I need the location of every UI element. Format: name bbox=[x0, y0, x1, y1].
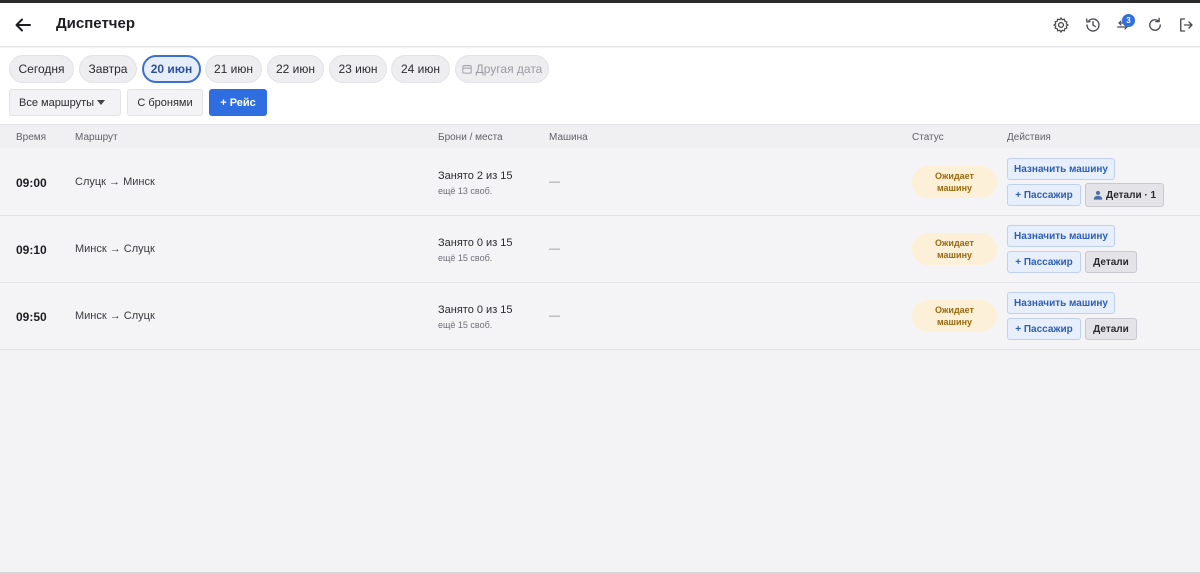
logout-icon[interactable] bbox=[1175, 14, 1197, 36]
status-line-1: Ожидает bbox=[935, 305, 974, 315]
status-line-2: машину bbox=[936, 183, 973, 193]
toolbar: Сегодня Завтра 20 июн 21 июн 22 июн 23 и… bbox=[0, 48, 1200, 124]
trip-time: 09:50 bbox=[16, 310, 47, 324]
chevron-down-icon bbox=[97, 100, 105, 105]
details-button[interactable]: Детали bbox=[1085, 251, 1137, 273]
other-date-label: Другая дата bbox=[475, 62, 543, 76]
column-bookings: Брони / места bbox=[438, 132, 503, 143]
history-icon[interactable] bbox=[1082, 14, 1104, 36]
routes-select[interactable]: Все маршруты bbox=[9, 89, 121, 116]
table-row: 09:00 Слуцк → Минск Занято 2 из 15 ещё 1… bbox=[0, 149, 1200, 216]
status-badge: Ожидает машину bbox=[912, 166, 997, 198]
status-line-1: Ожидает bbox=[935, 171, 974, 181]
status-line-2: машину bbox=[936, 250, 973, 260]
status-badge: Ожидает машину bbox=[912, 233, 997, 265]
notification-badge: 3 bbox=[1122, 14, 1135, 27]
table-row: 09:50 Минск → Слуцк Занято 0 из 15 ещё 1… bbox=[0, 283, 1200, 350]
trip-time: 09:00 bbox=[16, 176, 47, 190]
person-icon bbox=[1093, 190, 1103, 200]
date-chip-20-jun[interactable]: 20 июн bbox=[142, 55, 201, 83]
calendar-icon bbox=[461, 64, 472, 74]
trip-occupied: Занято 0 из 15 bbox=[438, 237, 513, 249]
trip-free-seats: ещё 13 своб. bbox=[438, 186, 493, 196]
table-row: 09:10 Минск → Слуцк Занято 0 из 15 ещё 1… bbox=[0, 216, 1200, 283]
column-status: Статус bbox=[912, 132, 944, 143]
trip-occupied: Занято 0 из 15 bbox=[438, 304, 513, 316]
assign-car-button[interactable]: Назначить машину bbox=[1007, 225, 1115, 247]
details-button[interactable]: Детали · 1 bbox=[1085, 183, 1164, 207]
table-header: Время Маршрут Брони / места Машина Стату… bbox=[0, 124, 1200, 148]
date-chip-tomorrow[interactable]: Завтра bbox=[79, 55, 137, 83]
trip-car: — bbox=[549, 176, 560, 188]
trip-route: Минск → Слуцк bbox=[75, 310, 155, 322]
trip-free-seats: ещё 15 своб. bbox=[438, 253, 493, 263]
trip-time: 09:10 bbox=[16, 243, 47, 257]
status-badge: Ожидает машину bbox=[912, 300, 997, 332]
trip-route: Минск → Слуцк bbox=[75, 243, 155, 255]
add-passenger-button[interactable]: + Пассажир bbox=[1007, 251, 1081, 273]
date-chip-24-jun[interactable]: 24 июн bbox=[391, 55, 450, 83]
app-header: Диспетчер 3 bbox=[0, 3, 1200, 47]
add-passenger-button[interactable]: + Пассажир bbox=[1007, 184, 1081, 206]
trip-route: Слуцк → Минск bbox=[75, 176, 155, 188]
settings-gear-icon[interactable] bbox=[1050, 14, 1072, 36]
trip-car: — bbox=[549, 310, 560, 322]
refresh-icon[interactable] bbox=[1144, 14, 1166, 36]
status-line-2: машину bbox=[936, 317, 973, 327]
column-time: Время bbox=[16, 132, 47, 143]
trip-car: — bbox=[549, 243, 560, 255]
with-bookings-button[interactable]: С бронями bbox=[127, 89, 203, 116]
date-chip-today[interactable]: Сегодня bbox=[9, 55, 74, 83]
column-car: Машина bbox=[549, 132, 588, 143]
date-chip-22-jun[interactable]: 22 июн bbox=[267, 55, 324, 83]
trip-free-seats: ещё 15 своб. bbox=[438, 320, 493, 330]
other-date-button[interactable]: Другая дата bbox=[455, 55, 549, 83]
page-title: Диспетчер bbox=[56, 15, 136, 32]
assign-car-button[interactable]: Назначить машину bbox=[1007, 292, 1115, 314]
date-chip-21-jun[interactable]: 21 июн bbox=[205, 55, 262, 83]
add-passenger-button[interactable]: + Пассажир bbox=[1007, 318, 1081, 340]
date-chip-23-jun[interactable]: 23 июн bbox=[329, 55, 387, 83]
details-button[interactable]: Детали bbox=[1085, 318, 1137, 340]
back-arrow-icon[interactable] bbox=[12, 14, 34, 36]
add-trip-button[interactable]: + Рейс bbox=[209, 89, 267, 116]
assign-car-button[interactable]: Назначить машину bbox=[1007, 158, 1115, 180]
trip-occupied: Занято 2 из 15 bbox=[438, 170, 513, 182]
column-actions: Действия bbox=[1007, 132, 1051, 143]
details-label: Детали · 1 bbox=[1105, 189, 1157, 201]
status-line-1: Ожидает bbox=[935, 238, 974, 248]
routes-select-value: Все маршруты bbox=[19, 96, 95, 109]
column-route: Маршрут bbox=[75, 132, 118, 143]
